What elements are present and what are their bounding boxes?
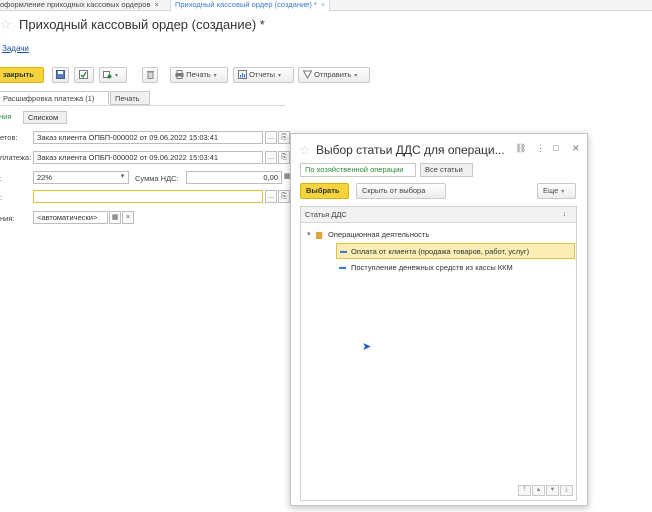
filter-by-operation[interactable]: По хозяйственной операции bbox=[300, 163, 416, 177]
divider bbox=[0, 105, 285, 106]
save-button[interactable] bbox=[52, 67, 69, 83]
floppy-icon bbox=[56, 70, 65, 79]
group-row[interactable]: ▾ ▆ Операционная деятельность bbox=[301, 227, 576, 243]
row-label: Оплата от клиента (продажа товаров, рабо… bbox=[351, 247, 530, 256]
open-link-icon[interactable]: ⎘ bbox=[278, 190, 290, 203]
view-toggle-list[interactable]: Списком bbox=[23, 111, 67, 124]
reports-button[interactable]: Отчеты ▾ bbox=[233, 67, 294, 83]
hide-from-selection-button[interactable]: Скрыть от выбора bbox=[356, 183, 446, 199]
select-button[interactable]: Выбрать bbox=[300, 183, 349, 199]
chevron-down-icon: ▾ bbox=[115, 73, 119, 79]
item-icon: ▬ bbox=[339, 264, 346, 271]
post-document-icon bbox=[79, 70, 88, 79]
column-header-label: Статья ДДС bbox=[305, 210, 347, 219]
clear-button[interactable]: × bbox=[122, 211, 134, 224]
vat-rate-field[interactable]: 22% bbox=[33, 171, 129, 184]
tab-decoding[interactable]: Расшифровка платежа (1) bbox=[0, 91, 109, 105]
more-button[interactable]: Еще ▾ bbox=[537, 183, 576, 199]
send-icon bbox=[303, 70, 312, 79]
report-icon bbox=[238, 70, 247, 79]
select-button[interactable]: ... bbox=[265, 131, 277, 144]
settlement-document-field[interactable]: Заказ клиента ОПБП-000002 от 09.06.2022 … bbox=[33, 131, 263, 144]
print-button[interactable]: Печать ▾ bbox=[170, 67, 228, 83]
chevron-down-icon[interactable]: ▾ bbox=[116, 171, 129, 184]
collapse-icon[interactable]: ▾ bbox=[307, 227, 311, 242]
create-based-on-button[interactable]: ▾ bbox=[99, 67, 127, 83]
maximize-icon[interactable]: □ bbox=[553, 143, 558, 153]
item-icon: ▬ bbox=[340, 248, 347, 255]
close-icon[interactable]: × bbox=[321, 0, 325, 9]
folder-icon: ▆ bbox=[316, 230, 323, 239]
send-button[interactable]: Отправить ▾ bbox=[298, 67, 370, 83]
tab-orders-list[interactable]: оформление приходных кассовых ордеров × bbox=[0, 0, 159, 11]
cash-flow-item-dialog: ☆ Выбор статьи ДДС для операци... ⛓ ⋮ □ … bbox=[290, 133, 588, 506]
vat-sum-field[interactable]: 0,00 bbox=[186, 171, 282, 184]
chevron-down-icon: ▾ bbox=[213, 73, 217, 79]
more-vertical-icon[interactable]: ⋮ bbox=[536, 143, 545, 154]
cash-flow-item-field[interactable] bbox=[33, 190, 263, 203]
calendar-icon[interactable]: ▦ bbox=[109, 211, 121, 224]
trash-icon bbox=[147, 71, 154, 79]
chevron-down-icon: ▾ bbox=[354, 73, 358, 79]
row5-label: ния: bbox=[0, 214, 15, 223]
printer-icon bbox=[175, 70, 184, 79]
auto-field[interactable]: <автоматически> bbox=[33, 211, 108, 224]
open-link-icon[interactable]: ⎘ bbox=[278, 151, 290, 164]
save-close-button[interactable]: закрыть bbox=[0, 67, 44, 83]
vat-sum-label: Сумма НДС: bbox=[135, 174, 179, 183]
tab-cash-order[interactable]: Приходный кассовый ордер (создание) * × bbox=[170, 0, 331, 11]
scroll-up-icon[interactable]: ▲ bbox=[532, 485, 545, 496]
chevron-down-icon: ▾ bbox=[278, 73, 282, 79]
more-label: Еще bbox=[543, 186, 559, 195]
hide-label: Скрыть от выбора bbox=[362, 186, 426, 195]
send-label: Отправить bbox=[314, 70, 352, 79]
tab-label: Приходный кассовый ордер (создание) * bbox=[175, 0, 317, 9]
delete-button[interactable] bbox=[142, 67, 158, 83]
sort-icon[interactable]: ↓ bbox=[563, 207, 567, 222]
items-table: Статья ДДС ↓ ▾ ▆ Операционная деятельнос… bbox=[300, 206, 577, 501]
mouse-cursor-icon: ➤ bbox=[362, 341, 372, 353]
row4-label: : bbox=[0, 193, 3, 202]
create-based-icon bbox=[103, 71, 112, 79]
selected-row[interactable]: ▬ Оплата от клиента (продажа товаров, ра… bbox=[336, 243, 575, 259]
scroll-top-icon[interactable]: ⤒ bbox=[518, 485, 531, 496]
tab-print[interactable]: Печать bbox=[110, 91, 150, 105]
post-button[interactable] bbox=[74, 67, 94, 83]
tab-bar: оформление приходных кассовых ордеров × П… bbox=[0, 0, 652, 11]
tab-label: оформление приходных кассовых ордеров bbox=[0, 0, 151, 9]
favorite-star-icon[interactable]: ☆ bbox=[0, 17, 12, 33]
page-title: Приходный кассовый ордер (создание) * bbox=[19, 17, 265, 32]
row2-label: платежа: bbox=[0, 153, 32, 162]
reports-label: Отчеты bbox=[249, 70, 276, 79]
scroll-bottom-icon[interactable]: ⤓ bbox=[560, 485, 573, 496]
dialog-title: Выбор статьи ДДС для операци... bbox=[316, 143, 505, 157]
row1-label: етов: bbox=[0, 133, 18, 142]
close-icon[interactable]: × bbox=[154, 0, 158, 9]
select-button[interactable]: ... bbox=[265, 151, 277, 164]
filter-all-items[interactable]: Все статьи bbox=[420, 163, 473, 177]
tasks-link[interactable]: Задачи bbox=[2, 44, 29, 53]
row-label: Операционная деятельность bbox=[328, 230, 430, 239]
favorite-star-icon[interactable]: ☆ bbox=[299, 143, 310, 157]
view-toggle-partial[interactable]: ния bbox=[0, 111, 11, 124]
print-label: Печать bbox=[186, 70, 211, 79]
link-icon[interactable]: ⛓ bbox=[515, 143, 526, 154]
column-header[interactable]: Статья ДДС ↓ bbox=[301, 207, 576, 223]
open-link-icon[interactable]: ⎘ bbox=[278, 131, 290, 144]
vat-rate-label: : bbox=[0, 174, 3, 183]
select-button[interactable]: ... bbox=[265, 190, 277, 203]
scroll-down-icon[interactable]: ▼ bbox=[546, 485, 559, 496]
list-item[interactable]: ▬ Поступление денежных средств из кассы … bbox=[301, 260, 576, 276]
close-icon[interactable]: ✕ bbox=[572, 143, 580, 154]
chevron-down-icon: ▾ bbox=[561, 189, 565, 195]
payment-basis-field[interactable]: Заказ клиента ОПБП-000002 от 09.06.2022 … bbox=[33, 151, 263, 164]
toolbar: закрыть ▾ Печать ▾ Отчеты ▾ Отправить ▾ bbox=[0, 67, 380, 84]
row-label: Поступление денежных средств из кассы КК… bbox=[351, 263, 513, 272]
